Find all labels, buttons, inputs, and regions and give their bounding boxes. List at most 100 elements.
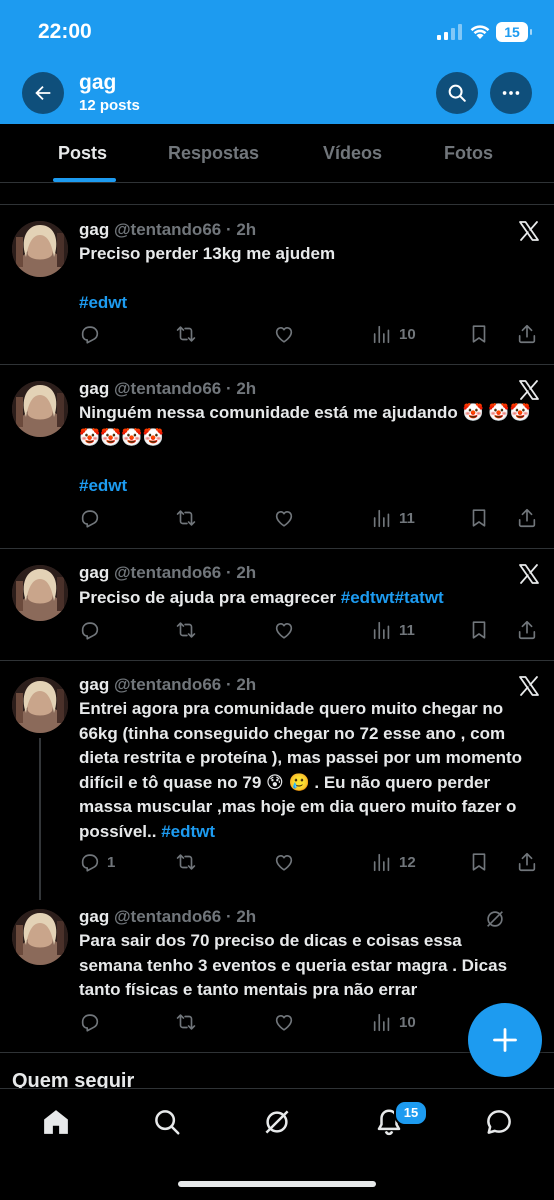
back-button[interactable] [22, 72, 64, 114]
author-name[interactable]: gag [79, 907, 109, 926]
share-button[interactable] [516, 619, 538, 641]
post-body: Ninguém nessa comunidade está me ajudand… [79, 403, 531, 447]
post-body: Entrei agora pra comunidade quero muito … [79, 699, 523, 841]
post-hashtags: #edwt [79, 474, 541, 499]
bookmark-icon [468, 323, 490, 345]
more-button[interactable] [490, 72, 532, 114]
reply-icon [79, 1011, 101, 1033]
post-item[interactable]: gag @tentando66 · 2h Preciso de ajuda pr… [0, 549, 554, 661]
like-button[interactable] [273, 323, 295, 345]
hashtag-link[interactable]: #edwt [79, 293, 127, 312]
messages-icon[interactable] [484, 1107, 514, 1137]
post-header: gag @tentando66 · 2h [79, 674, 256, 696]
avatar[interactable] [12, 909, 68, 965]
reply-button[interactable]: 1 [79, 851, 115, 873]
bookmark-button[interactable] [468, 851, 490, 873]
post-text: Para sair dos 70 preciso de dicas e cois… [79, 929, 519, 1003]
repost-button[interactable] [175, 1011, 197, 1033]
battery-indicator: 15 [496, 22, 532, 42]
views-icon [371, 619, 393, 641]
x-logo-icon [517, 562, 541, 586]
like-button[interactable] [273, 619, 295, 641]
author-handle-time: @tentando66 · 2h [113, 675, 257, 694]
search-icon[interactable] [152, 1107, 182, 1137]
author-handle-time: @tentando66 · 2h [113, 220, 257, 239]
bookmark-button[interactable] [468, 323, 490, 345]
views-button[interactable]: 10 [371, 1011, 416, 1033]
active-tab-indicator [53, 178, 116, 182]
tab-posts[interactable]: Posts [58, 143, 107, 164]
avatar[interactable] [12, 221, 68, 277]
reply-button[interactable] [79, 323, 101, 345]
search-button[interactable] [436, 72, 478, 114]
cellular-signal-icon [437, 24, 462, 40]
author-name[interactable]: gag [79, 563, 109, 582]
post-count: 12 posts [79, 97, 140, 114]
post-actions: 1 12 [79, 851, 549, 875]
tab-respostas[interactable]: Respostas [168, 143, 259, 164]
repost-button[interactable] [175, 851, 197, 873]
avatar[interactable] [12, 565, 68, 621]
share-button[interactable] [516, 851, 538, 873]
author-handle-time: @tentando66 · 2h [113, 379, 257, 398]
like-button[interactable] [273, 1011, 295, 1033]
like-button[interactable] [273, 507, 295, 529]
compose-button[interactable] [468, 1003, 542, 1077]
profile-tabs: Posts Respostas Vídeos Fotos [0, 124, 554, 183]
like-button[interactable] [273, 851, 295, 873]
post-actions: 10 [79, 323, 549, 347]
post-text: Ninguém nessa comunidade está me ajudand… [79, 401, 539, 450]
x-logo-icon [517, 219, 541, 243]
reply-icon [79, 619, 101, 641]
views-icon [371, 507, 393, 529]
hashtag-link[interactable]: #edtwt [161, 822, 215, 841]
like-icon [273, 507, 295, 529]
notifications-badge: 15 [394, 1100, 428, 1126]
home-icon[interactable] [41, 1107, 71, 1137]
bookmark-button[interactable] [468, 507, 490, 529]
like-icon [273, 323, 295, 345]
communities-icon[interactable] [262, 1107, 292, 1137]
author-handle-time: @tentando66 · 2h [113, 907, 257, 926]
views-button[interactable]: 11 [371, 619, 415, 641]
views-button[interactable]: 11 [371, 507, 415, 529]
hashtag-link[interactable]: #edwt [79, 476, 127, 495]
repost-button[interactable] [175, 619, 197, 641]
post-item[interactable]: gag @tentando66 · 2h Preciso perder 13kg… [0, 205, 554, 365]
bookmark-button[interactable] [468, 619, 490, 641]
author-name[interactable]: gag [79, 220, 109, 239]
hashtag-link[interactable]: #edtwt#tatwt [341, 588, 444, 607]
tab-videos[interactable]: Vídeos [323, 143, 382, 164]
tab-fotos[interactable]: Fotos [444, 143, 493, 164]
avatar[interactable] [12, 677, 68, 733]
share-button[interactable] [516, 507, 538, 529]
share-button[interactable] [516, 323, 538, 345]
repost-button[interactable] [175, 323, 197, 345]
avatar[interactable] [12, 381, 68, 437]
reply-button[interactable] [79, 1011, 101, 1033]
views-button[interactable]: 12 [371, 851, 416, 873]
share-icon [516, 619, 538, 641]
repost-button[interactable] [175, 507, 197, 529]
post-item[interactable]: gag @tentando66 · 2h Ninguém nessa comun… [0, 365, 554, 549]
views-button[interactable]: 10 [371, 323, 416, 345]
community-icon [487, 911, 503, 927]
post-body: Preciso perder 13kg me ajudem [79, 244, 336, 263]
home-indicator [178, 1181, 376, 1187]
post-item[interactable]: gag @tentando66 · 2h Entrei agora pra co… [0, 661, 554, 891]
author-name[interactable]: gag [79, 675, 109, 694]
reply-count: 1 [107, 853, 116, 871]
reply-button[interactable] [79, 507, 101, 529]
views-icon [371, 851, 393, 873]
bookmark-icon [468, 619, 490, 641]
status-time: 22:00 [38, 20, 92, 43]
repost-icon [175, 1011, 197, 1033]
post-hashtags: #edwt [79, 291, 541, 316]
views-count: 10 [399, 325, 416, 343]
reply-button[interactable] [79, 619, 101, 641]
views-count: 11 [399, 621, 415, 639]
post-text: Preciso de ajuda pra emagrecer #edtwt#ta… [79, 586, 541, 611]
views-count: 10 [399, 1013, 416, 1031]
author-name[interactable]: gag [79, 379, 109, 398]
like-icon [273, 851, 295, 873]
